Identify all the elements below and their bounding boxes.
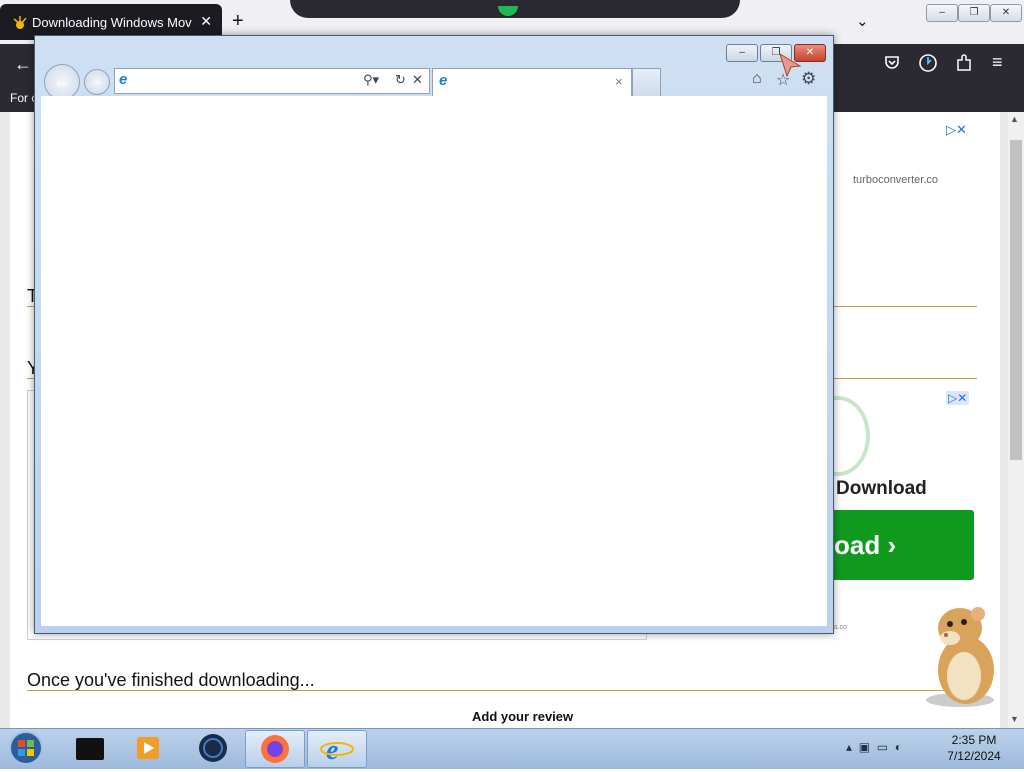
ie-stop-icon[interactable]: ✕ — [412, 72, 423, 88]
ad-download-heading[interactable]: Download — [836, 478, 927, 500]
scrollbar-thumb[interactable] — [1010, 140, 1022, 460]
svg-text:e: e — [326, 735, 338, 766]
tab-close-icon[interactable]: ✕ — [200, 13, 212, 30]
ie-back-arrow-icon[interactable]: ← — [44, 64, 80, 100]
theme-accent-dot — [498, 6, 518, 16]
ie-refresh-icon[interactable]: ↻ — [395, 72, 406, 88]
ie-search-icon[interactable]: ⚲▾ — [363, 72, 379, 88]
site-favicon-icon — [12, 15, 27, 29]
list-tabs-button[interactable]: ⌄ — [856, 12, 869, 30]
hamster-mascot-image — [920, 604, 1004, 708]
scroll-down-icon[interactable]: ▼ — [1010, 714, 1019, 724]
ie-tools-gear-icon[interactable]: ⚙ — [801, 69, 816, 89]
system-tray-icons[interactable]: ▴ ▣ ▭ ◐ — [846, 740, 902, 754]
scroll-up-icon[interactable]: ▲ — [1010, 114, 1019, 124]
firefox-restore-button[interactable]: ❐ — [958, 4, 990, 22]
pocket-icon[interactable] — [884, 54, 900, 75]
tab-title: Downloading Windows Movie Maker — [32, 15, 192, 30]
ad-download-button[interactable]: oad › — [834, 510, 974, 580]
firefox-minimize-button[interactable]: – — [926, 4, 958, 22]
ie-tab-close-icon[interactable]: × — [615, 74, 623, 89]
start-button-icon[interactable] — [6, 730, 46, 771]
firefox-close-button[interactable]: ✕ — [990, 4, 1022, 22]
clock-time: 2:35 PM — [951, 733, 997, 747]
theme-decoration — [290, 0, 740, 18]
taskbar-globe-app-icon[interactable] — [184, 730, 242, 766]
new-tab-button[interactable]: + — [232, 10, 244, 33]
vpn-extension-icon[interactable] — [918, 53, 938, 78]
taskbar-media-player-icon[interactable] — [120, 730, 178, 766]
mouse-cursor-icon — [778, 52, 802, 83]
ie-logo-icon: e — [119, 71, 128, 88]
ad-choices-close-icon[interactable]: ▷✕ — [946, 391, 970, 405]
ad-small-site: s.co — [834, 624, 847, 631]
ad-choices-close-icon[interactable]: ▷✕ — [946, 122, 967, 138]
ie-address-bar[interactable]: e ⚲▾ ↻ ✕ — [114, 68, 430, 94]
extensions-icon[interactable] — [956, 54, 972, 77]
ie-tab[interactable]: e × — [432, 68, 632, 96]
back-arrow-icon[interactable]: ← — [14, 54, 32, 75]
ie-forward-arrow-icon[interactable]: → — [84, 69, 110, 95]
ie-home-icon[interactable]: ⌂ — [752, 70, 762, 88]
taskbar-internet-explorer-icon[interactable]: e — [307, 730, 367, 768]
ie-new-tab-button[interactable] — [632, 68, 661, 97]
clock-date: 7/12/2024 — [947, 749, 1001, 763]
ad-site-label[interactable]: turboconverter.co — [853, 174, 938, 186]
taskbar-app-icon[interactable] — [62, 730, 120, 766]
taskbar-firefox-icon[interactable] — [245, 730, 305, 768]
menu-icon[interactable]: ≡ — [992, 52, 1003, 73]
ie-tab-favicon-icon: e — [439, 72, 448, 89]
ie-content-area[interactable] — [41, 96, 827, 626]
section-divider — [27, 690, 977, 691]
ad-download-button-label: oad › — [834, 530, 897, 560]
ie-minimize-button[interactable]: – — [726, 44, 758, 62]
taskbar-clock[interactable]: 2:35 PM 7/12/2024 — [946, 732, 1002, 764]
add-review-heading: Add your review — [472, 709, 574, 724]
section-heading: Once you've finished downloading... — [27, 670, 315, 690]
